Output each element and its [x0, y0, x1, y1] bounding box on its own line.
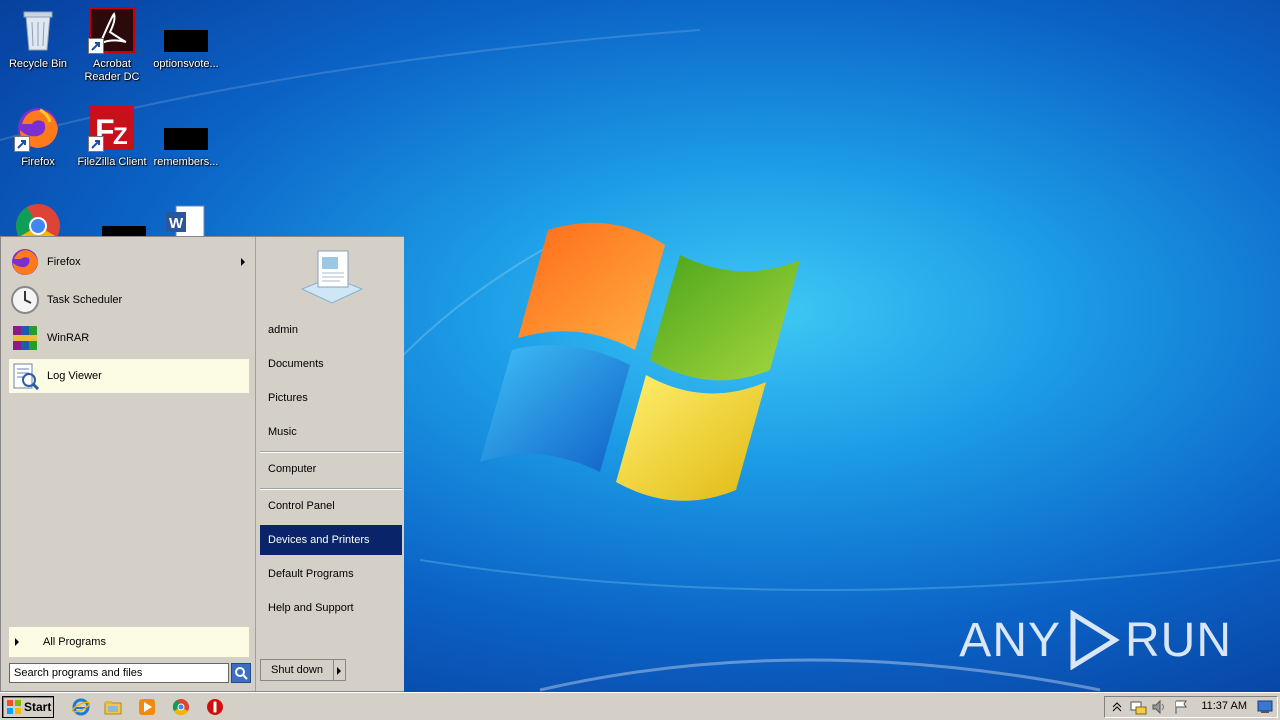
shutdown-button[interactable]: Shut down	[260, 659, 334, 681]
search-button[interactable]	[231, 663, 251, 683]
start-program-log-viewer[interactable]: Log Viewer	[9, 359, 249, 393]
start-right-devices-printers[interactable]: Devices and Printers	[260, 525, 402, 555]
start-menu: Firefox Task Scheduler WinRAR Log Viewer…	[0, 236, 404, 692]
network-icon[interactable]	[1129, 699, 1147, 715]
start-right-admin[interactable]: admin	[260, 315, 402, 345]
user-picture-icon[interactable]	[296, 245, 368, 309]
internet-explorer-icon[interactable]	[71, 698, 91, 716]
watermark-right: RUN	[1125, 613, 1232, 667]
firefox-icon	[9, 246, 41, 278]
start-right-computer[interactable]: Computer	[260, 454, 402, 484]
system-tray: 11:37 AM	[1104, 696, 1278, 718]
start-right-help-support[interactable]: Help and Support	[260, 593, 402, 623]
shutdown-options-arrow[interactable]	[334, 659, 346, 681]
windows-logo	[480, 222, 800, 501]
start-program-winrar[interactable]: WinRAR	[9, 321, 249, 355]
start-program-task-scheduler[interactable]: Task Scheduler	[9, 283, 249, 317]
start-label: Start	[24, 700, 52, 714]
stop-icon[interactable]	[206, 698, 224, 716]
triangle-right-icon	[15, 638, 19, 646]
desktop-icon-remembers[interactable]: remembers...	[148, 104, 224, 169]
desktop-icon-label: Recycle Bin	[8, 58, 68, 70]
redacted-file-icon	[162, 104, 210, 152]
desktop-icon-optionsvote[interactable]: optionsvote...	[148, 6, 224, 71]
desktop-icon-label: remembers...	[153, 156, 219, 168]
start-menu-places-pane: admin Documents Pictures Music Computer …	[255, 237, 404, 691]
media-player-icon[interactable]	[138, 698, 156, 716]
desktop-icon-label: FileZilla Client	[77, 156, 147, 168]
firefox-icon	[14, 104, 62, 152]
start-program-firefox[interactable]: Firefox	[9, 245, 249, 279]
start-right-pictures[interactable]: Pictures	[260, 383, 402, 413]
program-label: WinRAR	[47, 332, 90, 344]
filezilla-icon: FZ	[88, 104, 136, 152]
redacted-file-icon	[162, 6, 210, 54]
submenu-arrow-icon	[241, 258, 245, 266]
show-desktop-icon[interactable]	[1257, 700, 1273, 714]
program-label: Firefox	[47, 256, 81, 268]
desktop-icon-acrobat[interactable]: Acrobat Reader DC	[74, 6, 150, 84]
program-label: Task Scheduler	[47, 294, 123, 306]
clock-icon	[9, 284, 41, 316]
search-programs-input[interactable]: Search programs and files	[9, 663, 229, 683]
explorer-folder-icon[interactable]	[104, 698, 122, 716]
all-programs-button[interactable]: All Programs	[9, 627, 249, 657]
separator	[260, 451, 402, 453]
shortcut-arrow-icon	[14, 136, 30, 152]
action-center-flag-icon[interactable]	[1173, 699, 1189, 715]
chrome-icon[interactable]	[172, 698, 190, 716]
show-hidden-icons-icon[interactable]	[1111, 700, 1123, 714]
log-viewer-icon	[9, 360, 41, 392]
watermark-left: ANY	[959, 613, 1061, 667]
start-right-music[interactable]: Music	[260, 417, 402, 447]
acrobat-icon	[88, 6, 136, 54]
anyrun-watermark: ANY RUN	[959, 610, 1232, 670]
taskbar-clock[interactable]: 11:37 AM	[1201, 700, 1247, 712]
start-menu-programs-pane: Firefox Task Scheduler WinRAR Log Viewer…	[3, 239, 253, 689]
desktop-icon-label: Acrobat Reader DC	[84, 58, 140, 83]
desktop-icon-filezilla[interactable]: FZ FileZilla Client	[74, 104, 150, 169]
desktop-icon-label: optionsvote...	[153, 58, 219, 70]
program-label: Log Viewer	[47, 370, 102, 382]
winrar-icon	[9, 322, 41, 354]
all-programs-label: All Programs	[43, 636, 106, 648]
volume-icon[interactable]	[1151, 699, 1167, 715]
recycle-bin-icon	[14, 6, 62, 54]
start-right-default-programs[interactable]: Default Programs	[260, 559, 402, 589]
play-triangle-icon	[1070, 610, 1120, 670]
desktop-icon-label: Firefox	[21, 156, 55, 168]
shortcut-arrow-icon	[88, 38, 104, 54]
desktop-icon-recycle-bin[interactable]: Recycle Bin	[0, 6, 76, 71]
windows-flag-icon	[7, 700, 21, 714]
svg-text:W: W	[169, 215, 184, 232]
shortcut-arrow-icon	[88, 136, 104, 152]
start-right-control-panel[interactable]: Control Panel	[260, 491, 402, 521]
start-right-documents[interactable]: Documents	[260, 349, 402, 379]
taskbar: Start 11:37 AM	[0, 692, 1280, 720]
search-icon	[235, 667, 248, 680]
desktop-icon-firefox[interactable]: Firefox	[0, 104, 76, 169]
separator	[260, 488, 402, 490]
start-button[interactable]: Start	[2, 696, 54, 718]
svg-text:Z: Z	[113, 123, 128, 150]
